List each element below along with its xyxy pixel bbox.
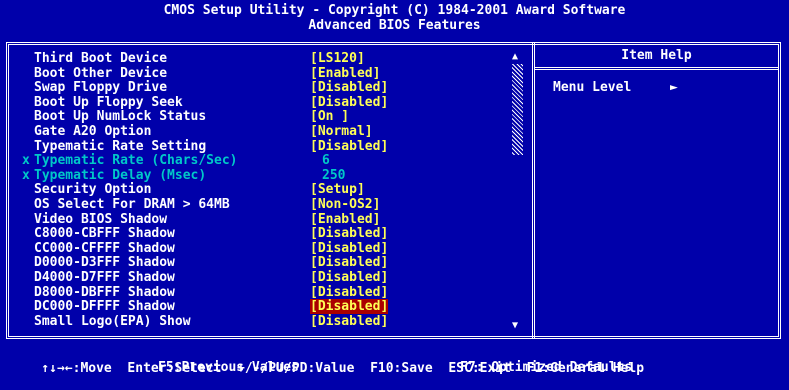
help-divider — [535, 67, 778, 70]
setting-row[interactable]: Third Boot Device [LS120] — [22, 51, 502, 67]
setting-label: Typematic Delay (Msec) — [34, 167, 207, 183]
key-help-footer: ↑↓→←:Move Enter:Select +/-/PU/PD:Value F… — [0, 345, 789, 377]
setting-row[interactable]: Security Option [Setup] — [22, 183, 502, 198]
setting-value[interactable]: [Disabled] — [310, 270, 388, 286]
setting-label: Video BIOS Shadow — [34, 211, 168, 227]
setting-label: Small Logo(EPA) Show — [34, 313, 191, 329]
scroll-down-arrow-icon[interactable]: ▼ — [512, 320, 518, 332]
panel-divider — [532, 42, 535, 339]
setting-value[interactable]: [On ] — [310, 110, 349, 125]
setting-value[interactable]: [Normal] — [310, 124, 373, 140]
setting-row[interactable]: Boot Up Floppy Seek [Disabled] — [22, 94, 502, 111]
setting-row[interactable]: Video BIOS Shadow [Enabled] — [22, 211, 502, 228]
setting-row[interactable]: D4000-D7FFF Shadow [Disabled] — [22, 269, 502, 286]
disabled-marker: x — [22, 167, 30, 183]
setting-row[interactable]: Boot Up NumLock Status [On ] — [22, 110, 502, 125]
setting-row: x Typematic Delay (Msec) 250 — [22, 167, 502, 184]
setting-label: Third Boot Device — [34, 51, 168, 66]
title-bar: CMOS Setup Utility - Copyright (C) 1984-… — [0, 0, 789, 38]
setting-label: D0000-D3FFF Shadow — [34, 255, 175, 271]
key-previous-values: F5:Previous Values — [158, 360, 299, 375]
setting-value: 6 — [322, 153, 330, 169]
setting-value[interactable]: [Disabled] — [310, 81, 388, 96]
selected-value-highlight[interactable]: [Disabled] — [310, 299, 389, 315]
setting-value[interactable]: [Disabled] — [310, 256, 388, 271]
setting-value[interactable]: [Disabled] — [310, 95, 388, 111]
setting-value[interactable]: [Enabled] — [310, 66, 380, 82]
setting-value[interactable]: [Enabled] — [310, 212, 380, 228]
setting-row[interactable]: Boot Other Device [Enabled] — [22, 65, 502, 82]
setting-value: 250 — [322, 167, 346, 183]
setting-value[interactable]: [Disabled] — [310, 241, 388, 257]
setting-row[interactable]: Gate A20 Option [Normal] — [22, 123, 502, 140]
setting-label: Boot Up Floppy Seek — [34, 94, 183, 110]
scrollbar-thumb[interactable] — [512, 155, 523, 320]
setting-value[interactable]: [Disabled] — [310, 285, 388, 301]
setting-value[interactable]: [Non-OS2] — [310, 197, 380, 213]
key-move: ↑↓→←:Move — [41, 361, 112, 376]
setting-row: x Typematic Rate (Chars/Sec) 6 — [22, 154, 502, 169]
setting-row[interactable]: Typematic Rate Setting [Disabled] — [22, 138, 502, 155]
key-optimized-defaults: F7: Optimized Defaults — [460, 360, 633, 375]
setting-label: Security Option — [34, 182, 152, 198]
setting-row[interactable]: OS Select For DRAM > 64MB [Non-OS2] — [22, 196, 502, 213]
key-save: F10:Save — [370, 361, 433, 376]
setting-label: DC000-DFFFF Shadow — [34, 299, 175, 315]
setting-label: Typematic Rate (Chars/Sec) — [34, 153, 238, 169]
setting-label: CC000-CFFFF Shadow — [34, 240, 175, 256]
setting-value[interactable]: [Disabled] — [310, 227, 388, 242]
setting-row[interactable]: Small Logo(EPA) Show [Disabled] — [22, 313, 502, 330]
setting-label: OS Select For DRAM > 64MB — [34, 196, 230, 212]
item-help-title: Item Help — [621, 48, 692, 63]
setting-row[interactable]: CC000-CFFFF Shadow [Disabled] — [22, 240, 502, 257]
menu-level-arrow-icon: ► — [670, 80, 678, 95]
scroll-up-arrow-icon[interactable]: ▲ — [512, 51, 518, 63]
setting-value[interactable]: [Setup] — [310, 183, 365, 198]
setting-label: D4000-D7FFF Shadow — [34, 269, 175, 285]
setting-row[interactable]: Swap Floppy Drive [Disabled] — [22, 81, 502, 96]
setting-row[interactable]: DC000-DFFFF Shadow [Disabled] — [22, 299, 502, 315]
menu-level-label: Menu Level — [553, 80, 632, 95]
disabled-marker: x — [22, 153, 30, 169]
setting-label: D8000-DBFFF Shadow — [34, 284, 175, 300]
setting-label: Boot Up NumLock Status — [34, 109, 207, 125]
setting-label: Typematic Rate Setting — [34, 138, 207, 154]
setting-label: Swap Floppy Drive — [34, 80, 168, 96]
setting-row[interactable]: D0000-D3FFF Shadow [Disabled] — [22, 256, 502, 271]
settings-list: Third Boot Device [LS120] Boot Other Devic… — [22, 51, 502, 330]
setting-value[interactable]: [LS120] — [310, 51, 365, 67]
setting-label: C8000-CBFFF Shadow — [34, 226, 175, 242]
setting-value[interactable]: [Disabled] — [310, 139, 388, 155]
page-title: Advanced BIOS Features — [308, 18, 481, 33]
setting-value[interactable]: [Disabled] — [310, 299, 389, 315]
app-title: CMOS Setup Utility - Copyright (C) 1984-… — [163, 3, 626, 18]
setting-value[interactable]: [Disabled] — [310, 314, 388, 330]
setting-row[interactable]: D8000-DBFFF Shadow [Disabled] — [22, 284, 502, 301]
setting-label: Boot Other Device — [34, 65, 168, 81]
setting-row[interactable]: C8000-CBFFF Shadow [Disabled] — [22, 227, 502, 242]
setting-label: Gate A20 Option — [34, 123, 152, 139]
